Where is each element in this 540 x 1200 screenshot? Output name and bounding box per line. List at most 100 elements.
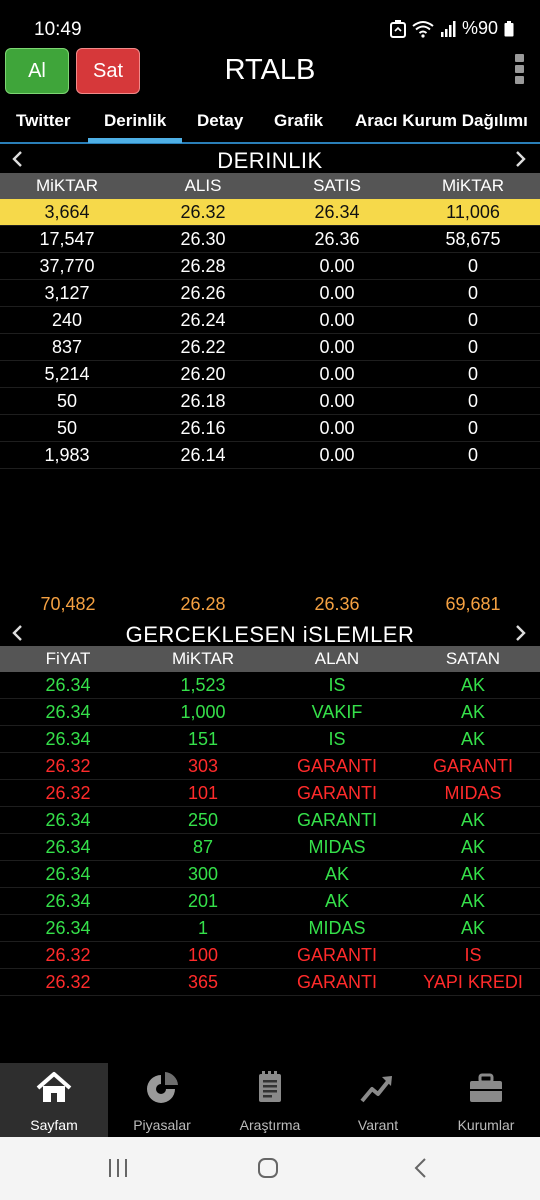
depth-col-ask-qty: MiKTAR <box>441 176 505 195</box>
tab-grafik[interactable]: Grafik <box>274 111 323 131</box>
trade-buyer: GARANTI <box>296 972 378 992</box>
trade-buyer: IS <box>328 729 346 749</box>
recycle-icon <box>389 19 406 38</box>
depth-ask-price: 0.00 <box>319 283 355 303</box>
signal-icon <box>440 20 456 37</box>
depth-ask-price: 0.00 <box>319 337 355 357</box>
depth-col-bid-qty: MiKTAR <box>35 176 99 195</box>
trade-seller: AK <box>460 891 486 911</box>
trade-row: 26.34 151 IS AK <box>0 726 540 753</box>
nav-piyasalar[interactable]: Piyasalar <box>108 1063 216 1137</box>
tab-araci-kurum-dagilimi[interactable]: Aracı Kurum Dağılımı <box>355 111 528 131</box>
trade-seller: AK <box>460 864 486 884</box>
depth-totals-row: 70,482 26.28 26.36 69,681 <box>0 592 540 618</box>
sell-button[interactable]: Sat <box>76 48 140 94</box>
depth-ask-qty: 0 <box>467 283 479 303</box>
status-time: 10:49 <box>34 19 82 40</box>
trade-price: 26.32 <box>45 756 91 776</box>
depth-bid-price: 26.30 <box>180 229 226 249</box>
depth-row: 1,983 26.14 0.00 0 <box>0 442 540 469</box>
trade-price: 26.32 <box>45 972 91 992</box>
depth-bid-qty: 240 <box>51 310 83 330</box>
nav-varant[interactable]: Varant <box>324 1063 432 1137</box>
trade-qty: 1 <box>197 918 209 938</box>
trade-price: 26.34 <box>45 891 91 911</box>
trade-qty: 201 <box>187 891 219 911</box>
depth-ask-price: 0.00 <box>319 256 355 276</box>
depth-bid-qty: 3,127 <box>44 283 90 303</box>
trade-seller: AK <box>460 729 486 749</box>
depth-bid-price: 26.16 <box>180 418 226 438</box>
depth-bid-price: 26.24 <box>180 310 226 330</box>
trade-price: 26.34 <box>45 864 91 884</box>
trade-row: 26.34 1,000 VAKIF AK <box>0 699 540 726</box>
depth-row: 50 26.18 0.00 0 <box>0 388 540 415</box>
trade-buyer: AK <box>324 864 350 884</box>
nav-sayfam[interactable]: Sayfam <box>0 1063 108 1137</box>
depth-bid-price: 26.28 <box>180 256 226 276</box>
trend-up-icon <box>358 1069 398 1107</box>
trade-buyer: GARANTI <box>296 756 378 776</box>
depth-ask-price: 0.00 <box>319 445 355 465</box>
home-button-icon[interactable] <box>257 1157 279 1184</box>
depth-ask-price: 0.00 <box>319 310 355 330</box>
trade-row: 26.32 365 GARANTI YAPI KREDI <box>0 969 540 996</box>
depth-ask-qty: 0 <box>467 310 479 330</box>
trade-qty: 250 <box>187 810 219 830</box>
nav-label: Sayfam <box>30 1117 78 1133</box>
bottom-navigation: Sayfam Piyasalar Araştırma Varant Kuruml… <box>0 1063 540 1137</box>
depth-ask-qty: 0 <box>467 391 479 411</box>
depth-ask-qty: 0 <box>467 337 479 357</box>
chevron-right-icon[interactable] <box>512 150 528 168</box>
report-icon <box>250 1069 290 1107</box>
trade-row: 26.34 300 AK AK <box>0 861 540 888</box>
trade-seller: GARANTI <box>432 756 514 776</box>
trade-buyer: GARANTI <box>296 783 378 803</box>
trade-qty: 87 <box>192 837 214 857</box>
back-icon[interactable] <box>410 1157 432 1184</box>
trade-buyer: MIDAS <box>308 918 366 938</box>
trade-row: 26.34 87 MIDAS AK <box>0 834 540 861</box>
depth-bid-price: 26.22 <box>180 337 226 357</box>
depth-row: 17,547 26.30 26.36 58,675 <box>0 226 540 253</box>
trade-seller: IS <box>464 945 482 965</box>
depth-bid-qty: 5,214 <box>44 364 90 384</box>
depth-bid-qty: 1,983 <box>44 445 90 465</box>
trade-price: 26.34 <box>45 837 91 857</box>
tab-twitter[interactable]: Twitter <box>16 111 70 131</box>
buy-button[interactable]: Al <box>5 48 69 94</box>
depth-bid-price: 26.18 <box>180 391 226 411</box>
depth-row: 837 26.22 0.00 0 <box>0 334 540 361</box>
app-header: Al Sat RTALB <box>0 46 540 98</box>
trade-price: 26.34 <box>45 675 91 695</box>
depth-title: DERINLIK <box>217 148 323 173</box>
tab-derinlik[interactable]: Derinlik <box>87 111 183 143</box>
chevron-right-icon[interactable] <box>512 624 528 642</box>
trade-qty: 1,000 <box>180 702 226 722</box>
battery-icon <box>504 20 514 37</box>
depth-row: 3,127 26.26 0.00 0 <box>0 280 540 307</box>
depth-ask-price: 26.34 <box>314 202 360 222</box>
tab-bar: Twitter Derinlik Detay Grafik Aracı Kuru… <box>0 106 540 144</box>
nav-label: Araştırma <box>239 1117 301 1133</box>
depth-row: 3,664 26.32 26.34 11,006 <box>0 199 540 226</box>
depth-bid-price: 26.14 <box>180 445 226 465</box>
pie-chart-icon <box>142 1069 182 1107</box>
nav-arastirma[interactable]: Araştırma <box>216 1063 324 1137</box>
trade-row: 26.32 101 GARANTI MIDAS <box>0 780 540 807</box>
depth-row: 50 26.16 0.00 0 <box>0 415 540 442</box>
nav-label: Varant <box>357 1117 399 1133</box>
wifi-icon <box>412 20 434 38</box>
trades-column-header: FiYAT MiKTAR ALAN SATAN <box>0 646 540 672</box>
trades-col-seller: SATAN <box>445 649 501 668</box>
depth-col-ask: SATIS <box>313 176 361 195</box>
tab-detay[interactable]: Detay <box>197 111 243 131</box>
depth-ask-price: 0.00 <box>319 391 355 411</box>
trade-seller: AK <box>460 810 486 830</box>
nav-kurumlar[interactable]: Kurumlar <box>432 1063 540 1137</box>
depth-row: 5,214 26.20 0.00 0 <box>0 361 540 388</box>
trade-qty: 300 <box>187 864 219 884</box>
trades-title: GERCEKLESEN iSLEMLER <box>125 622 415 647</box>
more-menu-icon[interactable] <box>512 54 526 88</box>
recent-apps-icon[interactable] <box>107 1157 129 1184</box>
